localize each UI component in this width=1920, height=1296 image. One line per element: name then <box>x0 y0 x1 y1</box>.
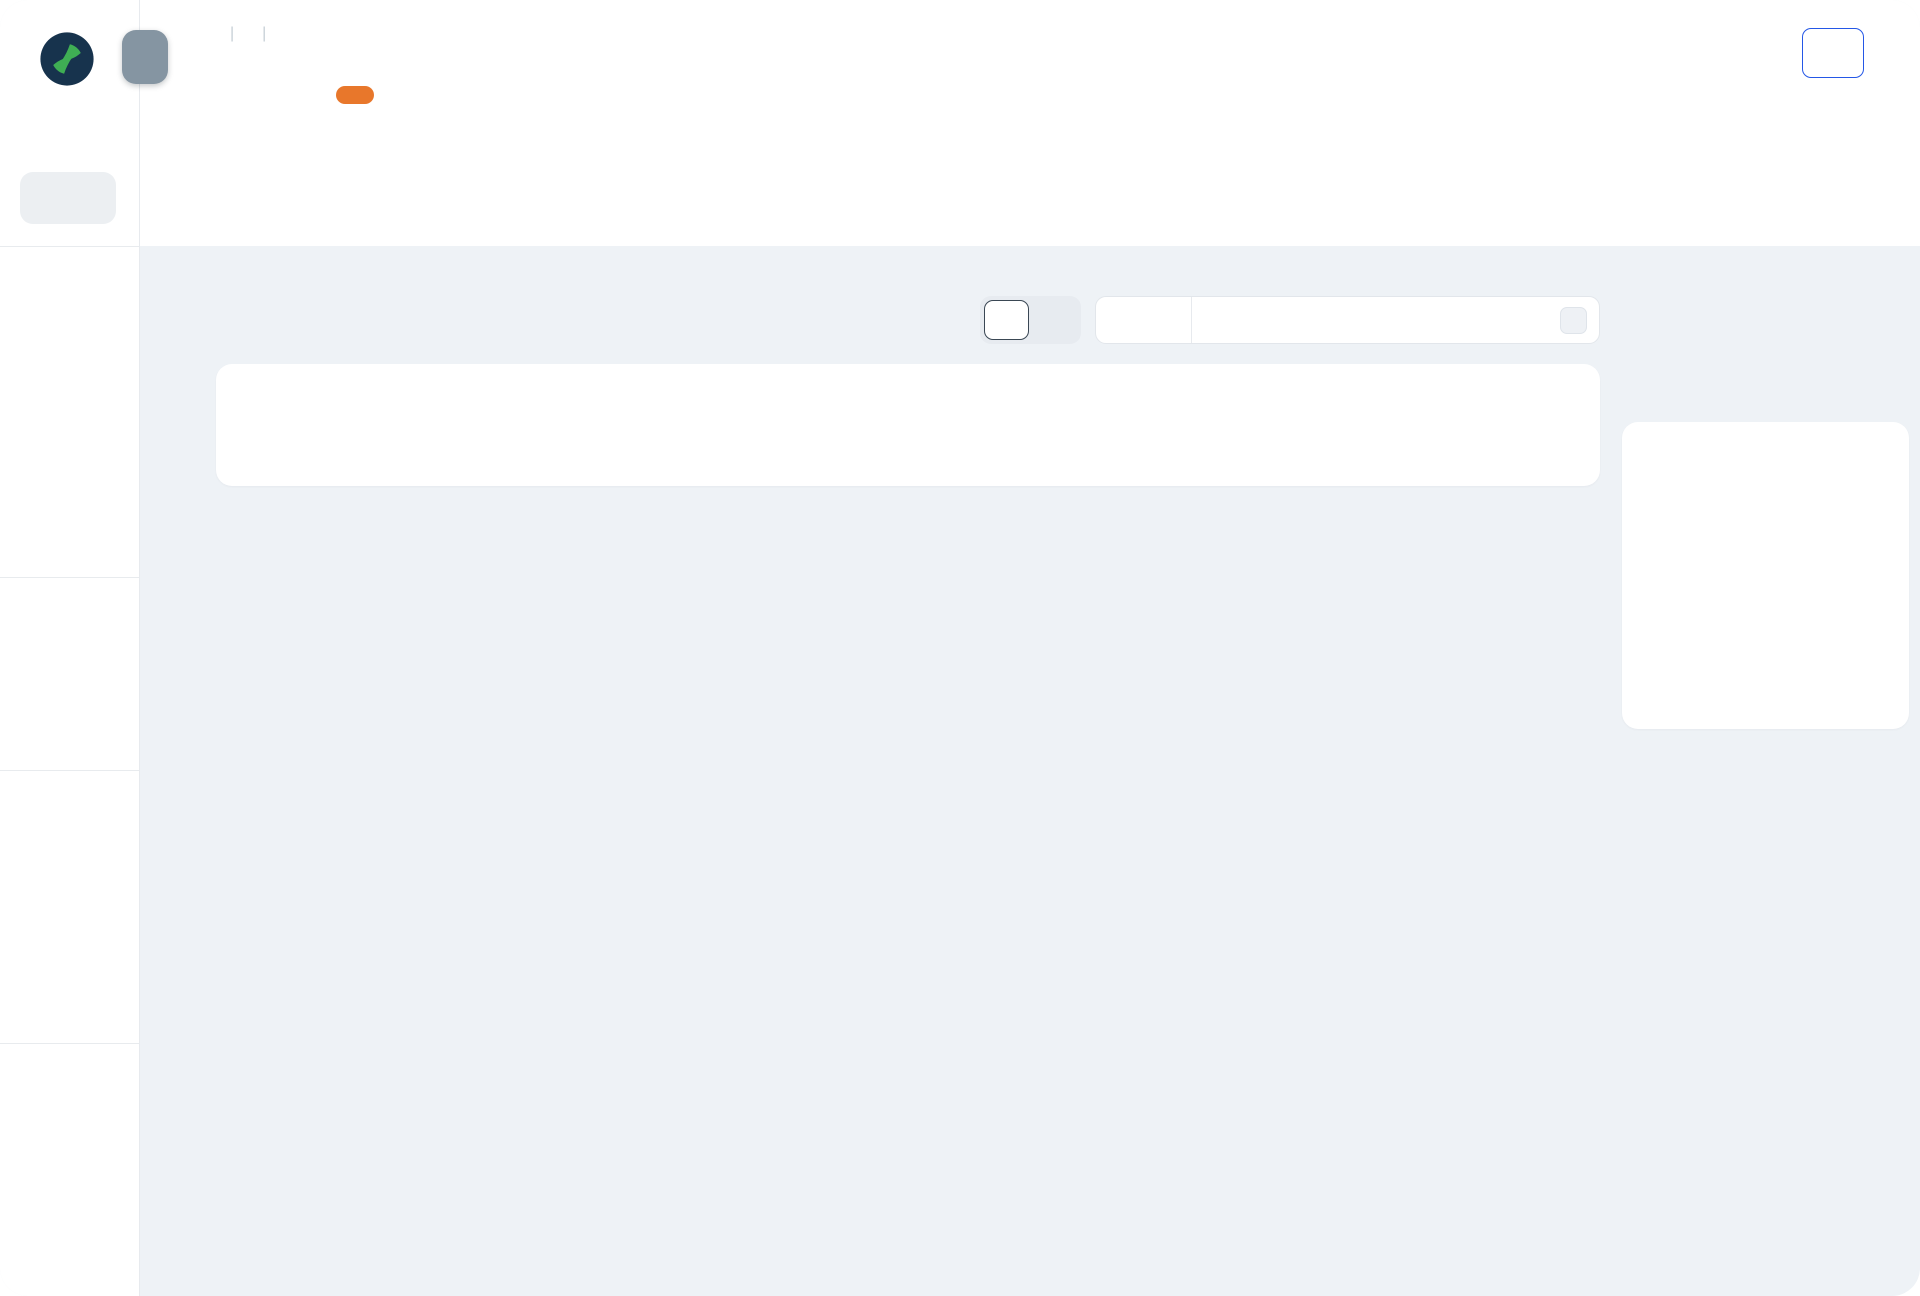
sidebar-divider <box>0 246 139 247</box>
quick-actions-panel <box>1622 422 1909 729</box>
status-badge <box>336 86 374 104</box>
columns-view-icon <box>1044 309 1066 331</box>
filter-search-bar <box>1095 296 1600 344</box>
chevron-right-icon <box>135 47 155 67</box>
view-toggle <box>980 296 1081 344</box>
sidebar-divider <box>0 577 139 578</box>
sidebar-divider <box>0 1043 139 1044</box>
breadcrumb: | | <box>216 24 313 43</box>
search-icon <box>1208 310 1228 330</box>
chevron-down-icon <box>1155 312 1171 328</box>
rows-view-icon <box>996 309 1018 331</box>
sidebar-search-icon[interactable] <box>46 116 88 158</box>
table-header <box>264 402 1560 460</box>
add-assignee-icon[interactable] <box>1872 102 1900 130</box>
help-icon[interactable] <box>50 845 86 881</box>
search-input[interactable] <box>1238 309 1550 331</box>
title-row <box>216 80 374 110</box>
filter-button[interactable] <box>1096 297 1192 343</box>
icon-sidebar <box>0 0 140 1296</box>
briefcase-icon[interactable] <box>50 395 86 431</box>
user-icon[interactable] <box>50 454 86 490</box>
topbar: | | <box>140 0 1920 246</box>
home-icon[interactable] <box>50 336 86 372</box>
brand-logo-icon[interactable] <box>38 30 96 88</box>
case-document-icon <box>216 80 246 110</box>
content <box>140 246 1920 1296</box>
case-data-table <box>216 364 1600 486</box>
search-box <box>1192 297 1599 343</box>
sidebar-expand-button[interactable] <box>122 30 168 84</box>
sidebar-divider <box>0 770 139 771</box>
kebab-icon <box>1882 39 1900 67</box>
app-window: | | <box>0 0 1920 1296</box>
rows-view-button[interactable] <box>984 300 1029 340</box>
search-shortcut-badge <box>1560 307 1587 334</box>
columns-view-button[interactable] <box>1032 300 1077 340</box>
folder-icon <box>53 183 83 213</box>
users-icon[interactable] <box>50 707 86 743</box>
sidebar-item-cases[interactable] <box>20 172 116 224</box>
table-toolbar <box>980 296 1600 344</box>
edit-title-icon[interactable] <box>286 84 308 106</box>
case-data-bar <box>216 296 1600 344</box>
main-area: | | <box>140 0 1920 1296</box>
header-kebab-menu[interactable] <box>1876 38 1906 68</box>
settings-icon[interactable] <box>50 648 86 684</box>
edit-reference-icon[interactable] <box>294 24 313 43</box>
chart-icon[interactable] <box>50 513 86 549</box>
filter-funnel-icon <box>1116 311 1135 330</box>
ready-for-review-button[interactable] <box>1802 28 1864 78</box>
